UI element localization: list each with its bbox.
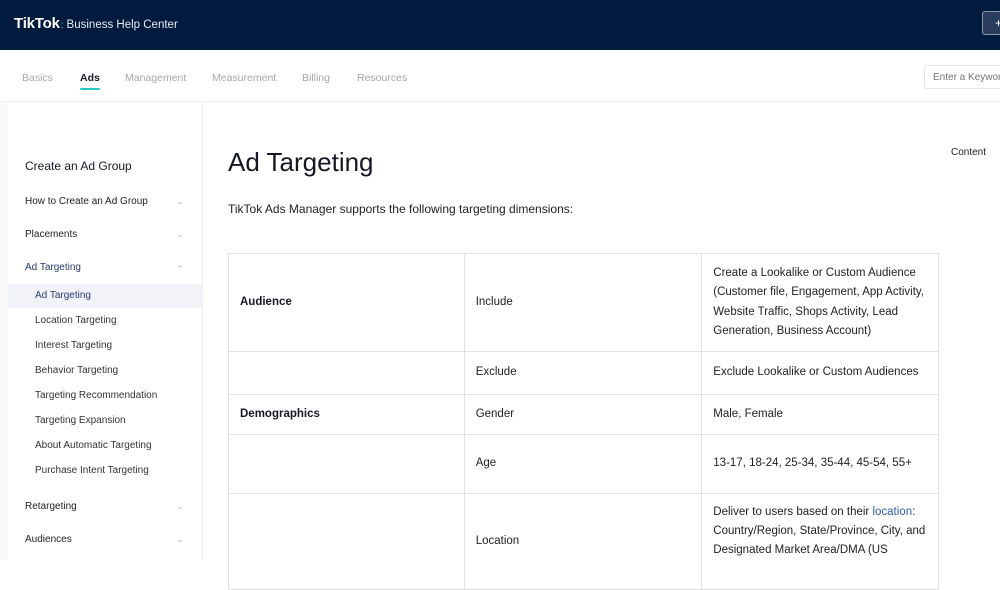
sidebar-item-audiences[interactable]: Audiences (25, 534, 185, 545)
chevron-down-icon[interactable]: ⌄ (176, 229, 184, 240)
sidebar-subitem-targeting-recommendation[interactable]: Targeting Recommendation (8, 384, 203, 408)
sidebar-subitem-purchase-intent[interactable]: Purchase Intent Targeting (8, 459, 203, 483)
sidebar-item-how-to-create[interactable]: How to Create an Ad Group (25, 196, 185, 207)
sidebar-subitem-automatic-targeting[interactable]: About Automatic Targeting (8, 434, 203, 458)
sidebar: Create an Ad Group How to Create an Ad G… (8, 103, 203, 560)
table-row: Location Deliver to users based on their… (228, 493, 939, 590)
tab-billing[interactable]: Billing (302, 72, 330, 84)
sidebar-item-label: Retargeting (25, 501, 77, 512)
sidebar-gutter (0, 103, 8, 560)
sidebar-title: Create an Ad Group (25, 159, 132, 173)
tab-resources[interactable]: Resources (357, 72, 407, 84)
category-cell: Demographics (228, 394, 465, 435)
chevron-down-icon[interactable]: ⌄ (176, 501, 184, 512)
option-cell: Include (463, 253, 703, 352)
chevron-down-icon[interactable]: ⌄ (176, 534, 184, 545)
sidebar-item-label: Placements (25, 229, 78, 240)
location-link[interactable]: location (872, 506, 912, 518)
targeting-table: Audience Include Create a Lookalike or C… (228, 253, 939, 590)
sidebar-item-label: How to Create an Ad Group (25, 196, 148, 207)
table-row: Audience Include Create a Lookalike or C… (228, 253, 939, 352)
search-input[interactable] (924, 65, 1000, 89)
option-cell: Exclude (463, 351, 703, 395)
top-header: TikTok : Business Help Center + (0, 0, 1000, 50)
sidebar-subitem-behavior-targeting[interactable]: Behavior Targeting (8, 359, 203, 383)
category-cell (228, 493, 465, 590)
logo-dot: : (60, 20, 64, 31)
tiktok-logo[interactable]: TikTok : Business Help Center (14, 15, 178, 32)
tab-measurement[interactable]: Measurement (212, 72, 276, 84)
option-cell: Age (463, 434, 703, 494)
page-title: Ad Targeting (228, 147, 374, 177)
sidebar-item-label: Ad Targeting (25, 262, 81, 273)
tab-basics[interactable]: Basics (22, 72, 53, 84)
table-row: Exclude Exclude Lookalike or Custom Audi… (228, 351, 939, 395)
tab-ads[interactable]: Ads (80, 72, 100, 90)
sidebar-item-placements[interactable]: Placements (25, 229, 185, 240)
chevron-up-icon[interactable]: ⌃ (176, 264, 184, 275)
description-cell: Deliver to users based on their location… (701, 493, 939, 590)
description-cell: Male, Female (701, 394, 939, 435)
sidebar-subitem-interest-targeting[interactable]: Interest Targeting (8, 334, 203, 358)
category-nav: Basics Ads Management Measurement Billin… (0, 50, 1000, 102)
sidebar-item-ad-targeting[interactable]: Ad Targeting (25, 262, 185, 273)
category-cell (228, 351, 465, 395)
logo-subtitle: Business Help Center (66, 19, 178, 31)
header-action-button[interactable]: + (982, 11, 1000, 35)
category-cell: Audience (228, 253, 465, 352)
sidebar-subitem-ad-targeting[interactable]: Ad Targeting (8, 284, 203, 308)
sidebar-item-retargeting[interactable]: Retargeting (25, 501, 185, 512)
option-cell: Location (463, 493, 703, 590)
sidebar-item-label: Audiences (25, 534, 72, 545)
tab-management[interactable]: Management (125, 72, 186, 84)
toc-heading: Content (951, 147, 987, 158)
sidebar-subitem-targeting-expansion[interactable]: Targeting Expansion (8, 409, 203, 433)
chevron-down-icon[interactable]: ⌄ (176, 196, 184, 207)
sidebar-subitem-location-targeting[interactable]: Location Targeting (8, 309, 203, 333)
table-row: Demographics Gender Male, Female (228, 394, 939, 435)
description-text: Deliver to users based on their (713, 506, 873, 518)
description-cell: Create a Lookalike or Custom Audience (C… (701, 253, 939, 352)
option-cell: Gender (463, 394, 703, 435)
description-cell: 13-17, 18-24, 25-34, 35-44, 45-54, 55+ (701, 434, 939, 494)
logo-brand: TikTok (14, 15, 60, 32)
intro-text: TikTok Ads Manager supports the followin… (228, 202, 574, 216)
table-row: Age 13-17, 18-24, 25-34, 35-44, 45-54, 5… (228, 434, 939, 494)
category-cell (228, 434, 465, 494)
description-cell: Exclude Lookalike or Custom Audiences (701, 351, 939, 395)
